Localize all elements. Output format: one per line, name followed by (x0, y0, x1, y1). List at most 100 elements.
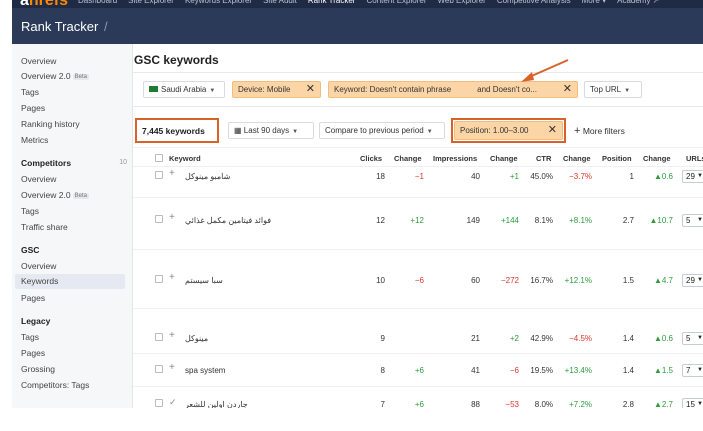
country-select[interactable]: Saudi Arabia ▼ (143, 81, 225, 98)
column-header-urls[interactable]: URLs (686, 154, 703, 163)
sidebar-section-legacy[interactable]: Legacy (21, 316, 50, 326)
keyword-cell[interactable]: فوائد فيتامين مكمل غذائي (185, 216, 271, 225)
device-filter-chip[interactable]: Device: Mobile ✕ (232, 81, 321, 98)
plus-icon[interactable]: + (169, 330, 175, 341)
nav-item[interactable]: Dashboard (78, 0, 117, 5)
impressions-change-cell: +1 (509, 172, 519, 181)
nav-item[interactable]: Site Audit (263, 0, 297, 5)
column-header-position-change[interactable]: Change (643, 154, 671, 163)
chevron-down-icon: ▼ (697, 367, 703, 373)
keyword-cell[interactable]: شامبو مينوكل (185, 172, 230, 181)
plus-icon[interactable]: + (169, 168, 175, 179)
sidebar-item-competitors-overview[interactable]: Overview (21, 174, 56, 184)
column-header-position[interactable]: Position (602, 154, 632, 163)
column-header-ctr[interactable]: CTR (536, 154, 551, 163)
position-change-cell: ▲0.6 (653, 172, 673, 181)
nav-item[interactable]: Site Explorer (128, 0, 174, 5)
urls-select[interactable]: 5 ▼ (682, 332, 703, 345)
select-all-checkbox[interactable] (155, 154, 163, 162)
position-change-cell: ▲1.5 (653, 366, 673, 375)
plus-icon[interactable]: + (169, 272, 175, 283)
sidebar-item-metrics[interactable]: Metrics (21, 135, 48, 145)
impressions-change-cell: +144 (500, 216, 519, 225)
keyword-cell[interactable]: مينوكل (185, 334, 208, 343)
sidebar-item-pages[interactable]: Pages (21, 103, 45, 113)
urls-select[interactable]: 15 ▼ (682, 398, 703, 408)
urls-select[interactable]: 29 ▼ (682, 170, 703, 183)
row-checkbox[interactable] (155, 365, 163, 373)
plus-icon[interactable]: + (169, 212, 175, 223)
sidebar-section-gsc[interactable]: GSC (21, 245, 39, 255)
ctr-change-cell: +7.2% (569, 400, 592, 408)
row-checkbox[interactable] (155, 333, 163, 341)
date-range-select[interactable]: ▦ Last 90 days ▼ (228, 122, 314, 139)
position-change-cell: ▲0.6 (653, 334, 673, 343)
sidebar-item-tags[interactable]: Tags (21, 87, 39, 97)
clicks-cell: 10 (376, 276, 385, 285)
column-header-keyword[interactable]: Keyword (169, 154, 201, 163)
more-filters-button[interactable]: + More filters (574, 125, 625, 137)
main-content: GSC keywords Saudi Arabia ▼ Device: Mobil… (133, 44, 703, 408)
project-header: Rank Tracker / (12, 8, 703, 44)
clicks-cell: 12 (376, 216, 385, 225)
sidebar-item-legacy-tags[interactable]: Tags (21, 332, 39, 342)
sidebar-item-competitors-tags-legacy[interactable]: Competitors: Tags (21, 380, 89, 390)
compare-select[interactable]: Compare to previous period ▼ (319, 122, 445, 139)
position-filter-chip[interactable]: Position: 1.00–3.00 ✕ (454, 121, 563, 140)
sidebar-item-ranking-history[interactable]: Ranking history (21, 119, 80, 129)
sidebar-item-overview[interactable]: Overview (21, 56, 56, 66)
sidebar-item-traffic-share[interactable]: Traffic share (21, 222, 68, 232)
chevron-down-icon: ▼ (209, 88, 216, 94)
divider (133, 147, 703, 148)
nav-item[interactable]: Academy ↗ (617, 0, 659, 5)
clicks-change-cell: −6 (414, 276, 424, 285)
close-icon[interactable]: ✕ (306, 82, 315, 97)
urls-select[interactable]: 5 ▼ (682, 214, 703, 227)
row-checkbox[interactable] (155, 275, 163, 283)
row-checkbox[interactable] (155, 399, 163, 407)
nav-menu: Dashboard Site Explorer Keywords Explorer S… (78, 0, 670, 5)
impressions-cell: 21 (471, 334, 480, 343)
chevron-down-icon: ▼ (697, 217, 703, 223)
nav-item[interactable]: Keywords Explorer (185, 0, 252, 5)
keyword-cell[interactable]: spa system (185, 366, 225, 375)
impressions-cell: 60 (471, 276, 480, 285)
row-checkbox[interactable] (155, 215, 163, 223)
sidebar-item-grossing[interactable]: Grossing (21, 364, 55, 374)
plus-icon[interactable]: + (169, 362, 175, 373)
top-url-select[interactable]: Top URL ▼ (584, 81, 642, 98)
column-header-impressions[interactable]: Impressions (433, 154, 477, 163)
nav-item[interactable]: More ▾ (582, 0, 606, 5)
sidebar-section-competitors[interactable]: Competitors (21, 158, 71, 168)
nav-item[interactable]: Rank Tracker (308, 0, 356, 5)
nav-item[interactable]: Content Explorer (366, 0, 426, 5)
position-cell: 2.7 (622, 216, 634, 225)
nav-item[interactable]: Competitive Analysis (497, 0, 571, 5)
urls-select[interactable]: 29 ▼ (682, 274, 703, 287)
divider (133, 249, 703, 250)
sidebar-item-gsc-pages[interactable]: Pages (21, 293, 45, 303)
urls-select[interactable]: 7 ▼ (682, 364, 703, 377)
sidebar-item-legacy-pages[interactable]: Pages (21, 348, 45, 358)
column-header-ctr-change[interactable]: Change (563, 154, 591, 163)
sidebar-item-gsc-keywords[interactable]: Keywords (15, 274, 125, 289)
sidebar-item-overview-2[interactable]: Overview 2.0 Beta (21, 71, 89, 81)
beta-badge: Beta (72, 74, 89, 80)
keyword-count: 7,445 keywords (142, 126, 205, 136)
chevron-down-icon: ▼ (426, 129, 433, 135)
sidebar-item-gsc-overview[interactable]: Overview (21, 261, 56, 271)
column-header-impressions-change[interactable]: Change (490, 154, 518, 163)
column-header-clicks[interactable]: Clicks (360, 154, 382, 163)
divider (133, 386, 703, 387)
impressions-change-cell: −272 (500, 276, 519, 285)
keyword-cell[interactable]: سبا سيستم (185, 276, 223, 285)
ahrefs-logo[interactable]: ahrefs (20, 0, 68, 8)
column-header-clicks-change[interactable]: Change (394, 154, 422, 163)
row-checkbox[interactable] (155, 171, 163, 179)
ctr-change-cell: +13.4% (564, 366, 592, 375)
keyword-cell[interactable]: جاردن اولين للشعر (185, 400, 248, 408)
sidebar-item-competitors-tags[interactable]: Tags (21, 206, 39, 216)
close-icon[interactable]: ✕ (548, 122, 557, 139)
nav-item[interactable]: Web Explorer (438, 0, 486, 5)
sidebar-item-competitors-overview-2[interactable]: Overview 2.0 Beta (21, 190, 89, 200)
